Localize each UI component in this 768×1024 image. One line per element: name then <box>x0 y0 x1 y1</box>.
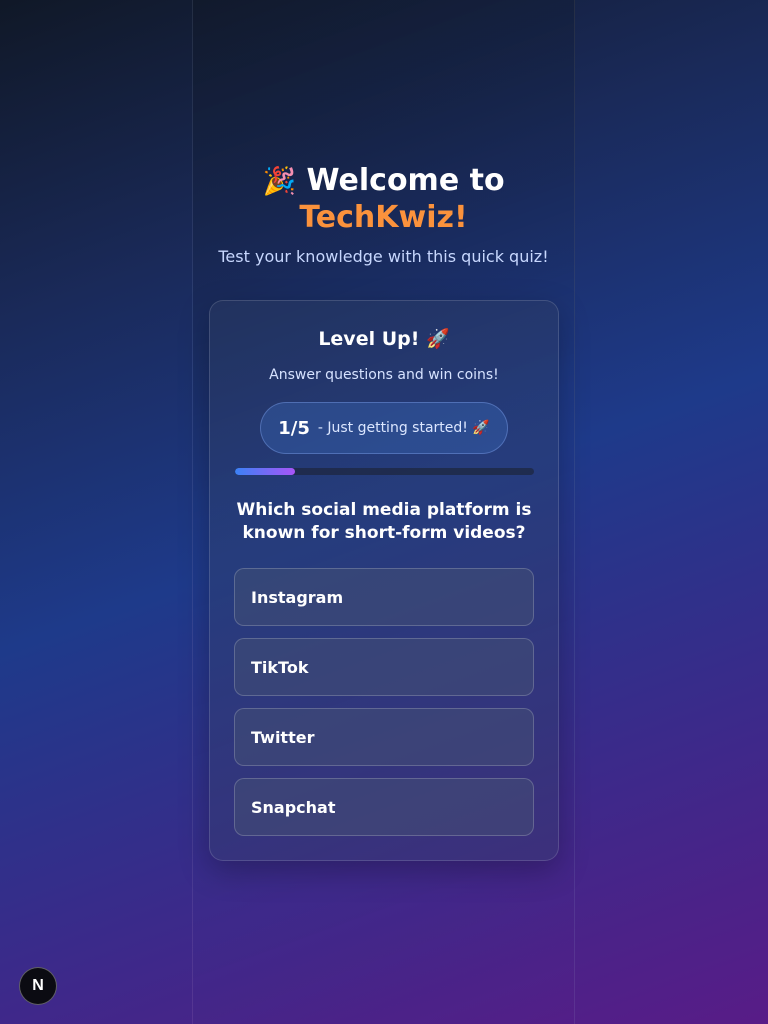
welcome-header: 🎉 Welcome to TechKwiz! Test your knowled… <box>192 163 575 266</box>
progress-message: - Just getting started! 🚀 <box>317 420 490 436</box>
quiz-card: Level Up! 🚀 Answer questions and win coi… <box>209 300 559 861</box>
answer-option-instagram[interactable]: Instagram <box>234 568 534 626</box>
question-counter: 1/5 <box>278 417 310 439</box>
answer-option-snapchat[interactable]: Snapchat <box>234 778 534 836</box>
answer-options: Instagram TikTok Twitter Snapchat <box>234 568 534 848</box>
card-title: Level Up! 🚀 <box>318 328 450 350</box>
card-subtitle: Answer questions and win coins! <box>269 367 499 383</box>
nextjs-icon[interactable]: N <box>19 967 57 1005</box>
progress-bar-fill <box>235 468 295 475</box>
answer-option-twitter[interactable]: Twitter <box>234 708 534 766</box>
party-popper-icon: 🎉 <box>262 166 297 197</box>
title-prefix: Welcome to <box>306 163 505 198</box>
page-subtitle: Test your knowledge with this quick quiz… <box>218 247 549 266</box>
progress-badge: 1/5 - Just getting started! 🚀 <box>260 402 508 454</box>
question-text: Which social media platform is known for… <box>236 500 532 543</box>
progress-bar <box>235 468 534 475</box>
brand-name: TechKwiz! <box>299 200 468 235</box>
answer-option-tiktok[interactable]: TikTok <box>234 638 534 696</box>
page-title: 🎉 Welcome to TechKwiz! <box>192 163 575 236</box>
